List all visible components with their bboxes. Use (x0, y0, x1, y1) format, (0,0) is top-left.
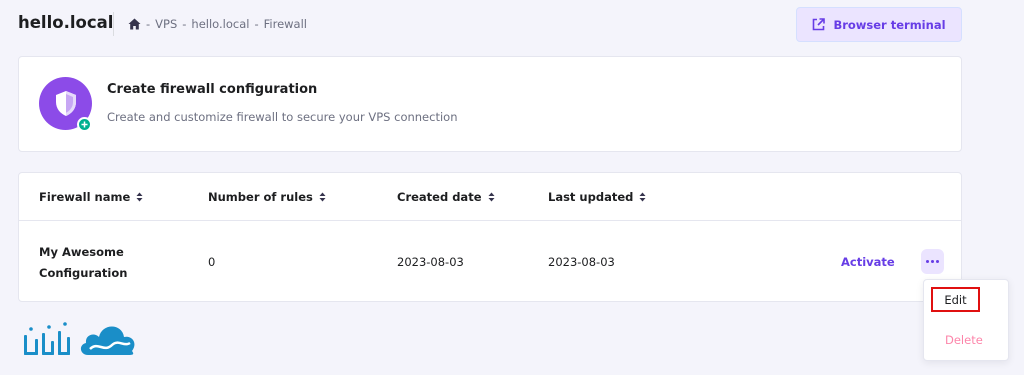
home-icon[interactable] (128, 18, 141, 30)
breadcrumb: - VPS - hello.local - Firewall (128, 16, 307, 32)
sort-icon (136, 192, 143, 202)
external-link-icon (812, 18, 826, 31)
activate-button[interactable]: Activate (841, 255, 895, 269)
cell-created-date: 2023-08-03 (397, 255, 464, 269)
browser-terminal-label: Browser terminal (833, 17, 946, 32)
menu-item-edit[interactable]: Edit (931, 287, 980, 312)
row-actions-menu: Edit Delete (923, 279, 1009, 361)
cell-last-updated: 2023-08-03 (548, 255, 615, 269)
more-dot (936, 260, 939, 263)
breadcrumb-separator: - (146, 17, 151, 31)
top-bar: hello.local - VPS - hello.local - Firewa… (0, 0, 1024, 52)
title-divider (113, 12, 114, 36)
column-label: Last updated (548, 190, 634, 204)
firewall-name-line: Configuration (39, 266, 128, 280)
browser-terminal-button[interactable]: Browser terminal (796, 7, 962, 42)
cloud-logo-icon (20, 313, 145, 363)
page-title: hello.local (18, 13, 114, 32)
sort-icon (488, 192, 494, 202)
breadcrumb-separator: - (254, 17, 259, 31)
plus-icon (77, 117, 92, 132)
column-label: Created date (397, 190, 482, 204)
cell-firewall-name: My Awesome Configuration (39, 242, 169, 284)
create-card-description: Create and customize firewall to secure … (107, 110, 458, 124)
column-header-number-of-rules[interactable]: Number of rules (208, 190, 326, 204)
column-header-firewall-name[interactable]: Firewall name (39, 190, 143, 204)
more-dot (931, 260, 934, 263)
breadcrumb-item-hostname[interactable]: hello.local (191, 17, 249, 31)
breadcrumb-separator: - (182, 17, 187, 31)
cell-number-of-rules: 0 (208, 255, 216, 269)
menu-item-delete[interactable]: Delete (945, 333, 983, 347)
firewall-table: Firewall name Number of rules Created da… (18, 172, 962, 302)
column-header-created-date[interactable]: Created date (397, 190, 495, 204)
firewall-name-line: My Awesome (39, 245, 124, 259)
breadcrumb-item-vps[interactable]: VPS (155, 17, 177, 31)
column-label: Firewall name (39, 190, 131, 204)
sort-icon (639, 192, 646, 202)
create-firewall-card[interactable]: Create firewall configuration Create and… (18, 56, 962, 152)
breadcrumb-item-firewall: Firewall (263, 17, 307, 31)
create-card-title: Create firewall configuration (107, 82, 318, 97)
column-header-last-updated[interactable]: Last updated (548, 190, 646, 204)
table-header: Firewall name Number of rules Created da… (19, 173, 961, 221)
column-label: Number of rules (208, 190, 313, 204)
sort-icon (319, 192, 326, 202)
more-dot (926, 260, 929, 263)
more-options-button[interactable] (921, 249, 944, 274)
